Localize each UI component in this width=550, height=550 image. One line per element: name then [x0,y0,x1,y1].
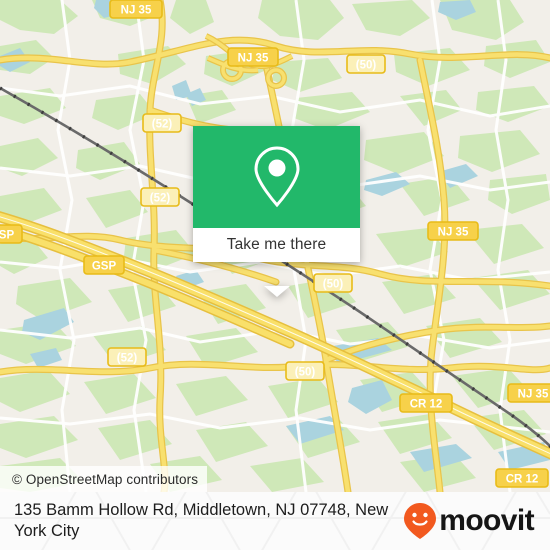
map-shield: (50) [313,273,353,293]
map-shield: GSP [83,255,125,275]
popup-tail [263,286,290,297]
svg-text:NJ 35: NJ 35 [518,389,549,401]
osm-attribution: © OpenStreetMap contributors [0,466,208,492]
svg-text:(50): (50) [356,60,377,72]
map-shield: NJ 35 [109,0,163,19]
address-text: 135 Bamm Hollow Rd, Middletown, NJ 07748… [14,501,389,540]
map-shield: CR 12 [495,468,549,488]
svg-text:(50): (50) [295,367,316,379]
map-shield: CR 12 [399,393,453,413]
map-shield: (52) [142,113,182,133]
svg-text:(52): (52) [150,193,171,205]
svg-text:(52): (52) [117,353,138,365]
location-popup-card[interactable]: Take me there [193,126,360,297]
map-shield: (50) [346,54,386,74]
map-shield: (50) [285,361,325,381]
moovit-wordmark: moovit [439,504,534,537]
popup-action-bar[interactable]: Take me there [193,228,360,262]
svg-text:NJ 35: NJ 35 [438,227,469,239]
map-shield: (52) [140,187,180,207]
map-shield: (52) [107,347,147,367]
map-shield: NJ 35 [507,383,550,403]
svg-text:(50): (50) [323,279,344,291]
map-shield: NJ 35 [227,47,279,67]
svg-text:(52): (52) [152,119,173,131]
popup-header [193,126,360,228]
svg-text:NJ 35: NJ 35 [238,53,269,65]
moovit-logo[interactable]: moovit [403,502,535,540]
bottom-bar: 135 Bamm Hollow Rd, Middletown, NJ 07748… [0,492,550,550]
svg-text:NJ 35: NJ 35 [121,5,152,17]
svg-text:GSP: GSP [0,230,14,242]
map-shield: NJ 35 [427,221,479,241]
app-root: NJ 35 NJ 35 (50) (52) (52) SP GSP NJ 35 … [0,0,550,550]
svg-text:CR 12: CR 12 [506,474,539,486]
svg-text:GSP: GSP [92,261,117,273]
map-shield: GSP [0,224,23,244]
take-me-there-label: Take me there [226,236,327,253]
map-pin-icon [253,146,300,208]
moovit-smiley-pin-icon [404,503,437,539]
svg-text:CR 12: CR 12 [410,399,443,411]
